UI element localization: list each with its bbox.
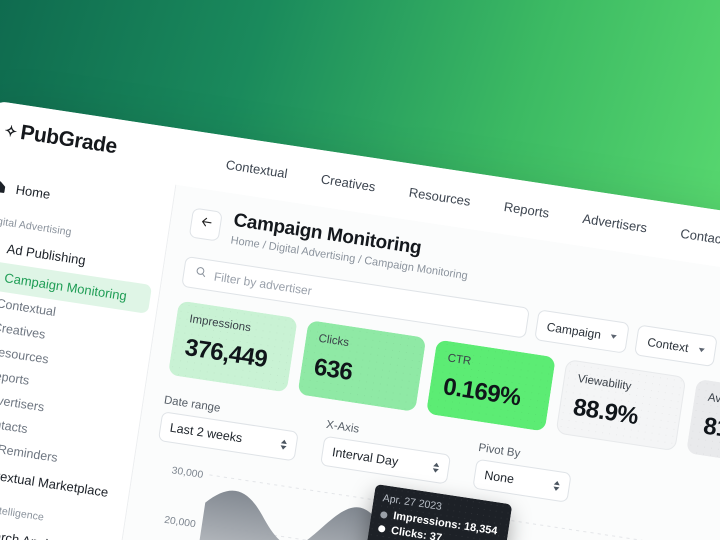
app-window: ✧ PubGrade Contextual Creatives Resource… (0, 100, 720, 540)
kpi-value: 81 (701, 412, 720, 443)
stepper-icon (552, 480, 561, 492)
top-nav-link-creatives[interactable]: Creatives (320, 171, 377, 194)
kpi-value: 0.169% (441, 373, 523, 412)
stepper-icon (432, 462, 440, 474)
control-date-range: Date range Last 2 weeks (157, 394, 301, 462)
pivot-by-value: None (483, 468, 516, 487)
sidebar-item-home-label: Home (14, 181, 52, 202)
legend-dot-impressions (379, 510, 388, 519)
chevron-down-icon (610, 333, 618, 339)
svg-text:20,000: 20,000 (163, 515, 196, 530)
kpi-label: CTR (446, 352, 472, 368)
sidebar-item-ad-publishing-label: Ad Publishing (5, 241, 87, 268)
kpi-card-impressions[interactable]: Impressions 376,449 (167, 300, 298, 393)
filter-pill-context[interactable]: Context (634, 324, 718, 367)
top-nav-link-contextual[interactable]: Contextual (225, 157, 289, 181)
kpi-label: Clicks (317, 332, 350, 350)
filter-pill-context-label: Context (646, 334, 690, 355)
svg-text:30,000: 30,000 (171, 465, 204, 480)
legend-dot-clicks (377, 524, 386, 533)
mockup-scene: ✧ PubGrade Contextual Creatives Resource… (0, 0, 720, 540)
kpi-label: Viewability (576, 372, 633, 393)
chart-tooltip: Apr. 27 2023 Impressions: 18,354 Clicks:… (365, 483, 513, 540)
sparkle-icon: ✧ (3, 122, 18, 141)
kpi-value: 88.9% (571, 393, 640, 431)
tilted-stack: ✧ PubGrade Contextual Creatives Resource… (0, 36, 720, 540)
top-nav-link-contacts[interactable]: Contacts (680, 225, 720, 248)
date-range-value: Last 2 weeks (168, 420, 244, 446)
kpi-card-avg[interactable]: Avg 81 (686, 378, 720, 471)
kpi-card-clicks[interactable]: Clicks 636 (297, 319, 427, 413)
top-nav-link-resources[interactable]: Resources (408, 184, 472, 208)
filter-pill-campaign-label: Campaign (545, 319, 603, 342)
kpi-card-viewability[interactable]: Viewability 88.9% (555, 359, 687, 452)
kpi-label: Impressions (188, 313, 252, 335)
top-nav-link-reports[interactable]: Reports (503, 199, 550, 221)
chevron-down-icon (698, 347, 705, 352)
arrow-left-icon (197, 214, 215, 236)
chart-y-axis: 30,000 20,000 10,000 0 (163, 465, 204, 530)
kpi-value: 636 (312, 353, 355, 386)
home-icon (0, 178, 8, 195)
stepper-icon (280, 439, 288, 451)
x-axis-value: Interval Day (331, 445, 400, 469)
control-pivot-by: Pivot By None (472, 442, 574, 503)
back-button[interactable] (188, 207, 223, 242)
brand-name: PubGrade (18, 120, 119, 159)
filter-pill-campaign[interactable]: Campaign (533, 309, 631, 354)
kpi-value: 376,449 (183, 334, 269, 374)
top-nav-link-advertisers[interactable]: Advertisers (582, 210, 649, 235)
kpi-card-ctr[interactable]: CTR 0.169% (426, 339, 556, 432)
search-icon (193, 264, 209, 284)
control-x-axis: X-Axis Interval Day (320, 419, 454, 485)
